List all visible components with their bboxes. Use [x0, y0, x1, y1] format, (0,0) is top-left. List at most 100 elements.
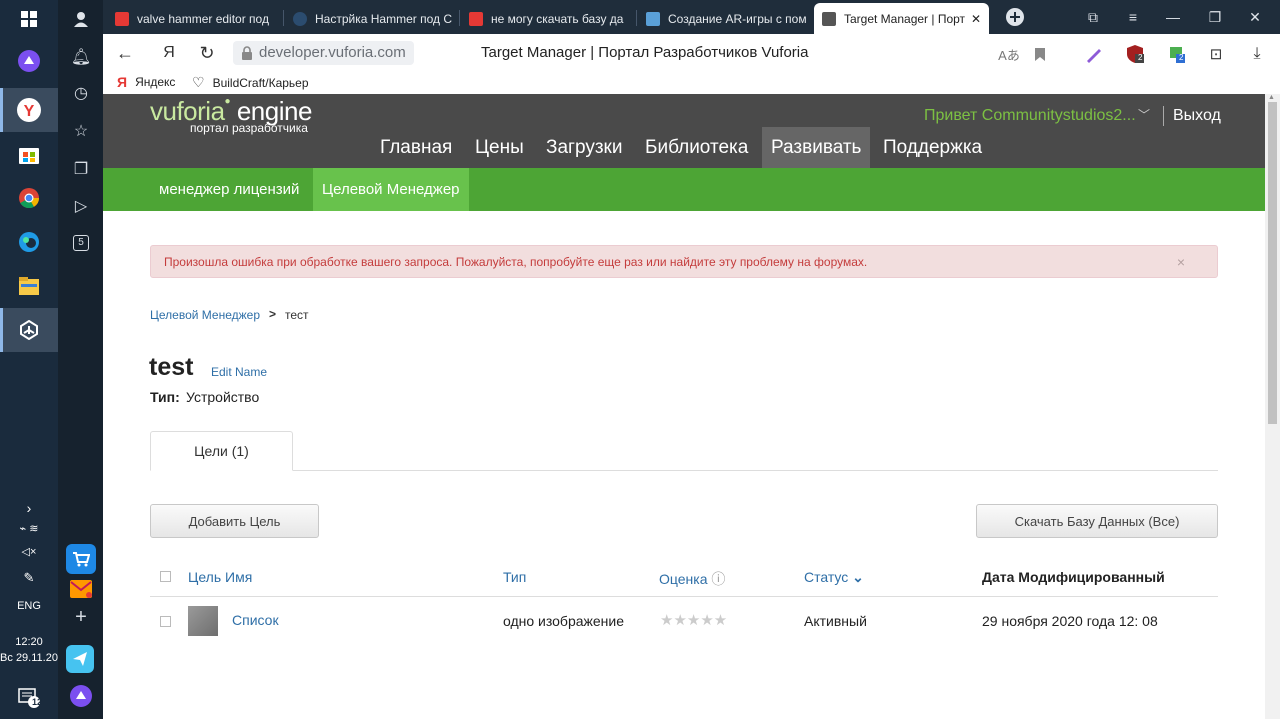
download-database-button[interactable]: Скачать Базу Данных (Все) — [976, 504, 1218, 538]
nav-downloads[interactable]: Загрузки — [537, 127, 631, 168]
target-name-link[interactable]: Список — [232, 612, 279, 628]
notifications-bell-icon[interactable]: 🔔︎ — [68, 44, 94, 70]
alice-assistant-icon[interactable] — [12, 44, 46, 78]
add-target-button[interactable]: Добавить Цель — [150, 504, 319, 538]
pen-extension-icon[interactable] — [1083, 43, 1105, 65]
green-extension-icon[interactable]: 2 — [1165, 43, 1187, 65]
database-type-value: Устройство — [186, 389, 260, 405]
history-icon[interactable]: ◷ — [68, 80, 94, 106]
tab-separator — [459, 10, 460, 26]
volume-muted-icon[interactable]: ◁× — [0, 545, 58, 558]
clock-date[interactable]: Вс 29.11.20 — [0, 652, 58, 664]
calendar-badge[interactable]: 5 — [68, 230, 94, 256]
user-greeting[interactable]: Привет Communitystudios2... — [924, 107, 1136, 125]
url-field[interactable]: developer.vuforia.com — [233, 41, 414, 65]
table-header-divider — [150, 596, 1218, 597]
column-header-rating[interactable]: Оценка ⓘ — [659, 569, 725, 589]
network-icon[interactable]: ⌁ ≋ — [0, 522, 58, 535]
nav-pricing[interactable]: Цены — [466, 127, 533, 168]
database-type-label: Тип: — [150, 389, 180, 405]
back-arrow-icon[interactable]: ← — [111, 40, 139, 66]
language-indicator[interactable]: ENG — [0, 600, 58, 612]
close-tab-icon[interactable]: ✕ — [971, 12, 981, 26]
column-header-modified[interactable]: Дата Модифицированный — [982, 569, 1165, 585]
pen-icon[interactable]: ✎ — [0, 570, 58, 586]
clock-time[interactable]: 12:20 — [0, 636, 58, 648]
tab-hammer-setup[interactable]: Настрйка Hammer под С — [285, 3, 455, 34]
collections-icon[interactable]: ❐ — [68, 156, 94, 182]
breadcrumb-separator: > — [269, 307, 277, 321]
tabs-overview-icon[interactable]: ⧉ — [1073, 0, 1113, 34]
bookmark-yandex[interactable]: Я Яндекс — [117, 74, 175, 90]
error-alert-text: Произошла ошибка при обработке вашего за… — [164, 255, 868, 269]
column-header-name[interactable]: Цель Имя — [188, 569, 252, 585]
notification-center-icon[interactable]: 12 — [12, 680, 46, 714]
chrome-icon[interactable] — [12, 181, 46, 215]
column-header-type[interactable]: Тип — [503, 569, 526, 585]
database-name: test — [149, 353, 194, 381]
lock-icon — [242, 46, 252, 60]
tab-target-manager[interactable]: Target Manager | Порт ✕ — [814, 3, 989, 34]
tray-expand-icon[interactable]: › — [0, 500, 58, 516]
nav-library[interactable]: Библиотека — [636, 127, 757, 168]
breadcrumb-parent-link[interactable]: Целевой Менеджер — [150, 308, 260, 322]
target-type: одно изображение — [503, 613, 625, 629]
site-favicon-icon — [646, 11, 660, 26]
reload-icon[interactable]: ↻ — [193, 40, 221, 66]
tab-targets[interactable]: Цели (1) — [150, 431, 293, 471]
yandex-browser-icon[interactable]: Y — [12, 93, 46, 127]
bookmark-icon[interactable] — [1029, 43, 1051, 65]
tabs-divider — [150, 470, 1218, 471]
favorites-star-icon[interactable]: ☆ — [68, 118, 94, 144]
subnav-target-manager[interactable]: Целевой Менеджер — [313, 168, 469, 211]
edge-icon[interactable] — [12, 225, 46, 259]
media-play-icon[interactable]: ▷ — [68, 193, 94, 219]
restore-icon[interactable]: ❐ — [1195, 0, 1235, 34]
sort-chevron-down-icon[interactable]: ⌄ — [852, 569, 864, 585]
download-icon[interactable]: ⤓ — [1246, 43, 1268, 65]
info-icon[interactable]: ⓘ — [711, 571, 725, 587]
subnav-license-manager[interactable]: менеджер лицензий — [150, 168, 308, 211]
tab-valve-hammer[interactable]: valve hammer editor под — [107, 3, 279, 34]
microsoft-store-icon[interactable] — [12, 137, 46, 171]
ublock-extension-icon[interactable]: 2 — [1124, 43, 1146, 65]
column-header-status[interactable]: Статус ⌄ — [804, 569, 864, 586]
chevron-down-icon[interactable]: ﹀ — [1138, 106, 1150, 123]
bookmark-buildcraft[interactable]: ♡ BuildCraft/Карьер — [192, 74, 309, 91]
nav-develop[interactable]: Развивать — [762, 127, 871, 168]
close-window-icon[interactable]: ✕ — [1235, 0, 1275, 34]
add-app-icon[interactable]: + — [68, 604, 94, 630]
extension-badge: 2 — [1138, 53, 1143, 62]
translate-icon[interactable]: Aあ — [998, 43, 1020, 65]
close-icon[interactable]: × — [1177, 254, 1185, 270]
mail-icon[interactable] — [68, 576, 94, 602]
unity-icon[interactable] — [12, 313, 46, 347]
file-explorer-icon[interactable] — [12, 269, 46, 303]
windows-start-icon[interactable] — [12, 2, 46, 36]
breadcrumb-current: тест — [285, 308, 309, 322]
profile-icon[interactable] — [68, 6, 94, 32]
edit-name-link[interactable]: Edit Name — [211, 365, 267, 379]
new-tab-button[interactable] — [995, 0, 1035, 34]
market-app-icon[interactable] — [66, 544, 96, 574]
collections-toolbar-icon[interactable]: ⊡ — [1205, 43, 1227, 65]
extension-badge: 2 — [1179, 53, 1184, 62]
nav-support[interactable]: Поддержка — [874, 127, 991, 168]
page-scrollbar[interactable]: ▲ — [1265, 94, 1280, 719]
row-checkbox[interactable] — [160, 616, 171, 627]
minimize-icon[interactable]: — — [1153, 0, 1193, 34]
target-thumbnail[interactable] — [188, 606, 218, 636]
select-all-checkbox[interactable] — [160, 571, 171, 582]
scroll-up-arrow-icon[interactable]: ▲ — [1268, 94, 1275, 101]
yandex-logo-icon[interactable]: Я — [155, 40, 183, 66]
tab-cant-download[interactable]: не могу скачать базу да — [461, 3, 633, 34]
site-header: vuforia● engine портал разработчика Прив… — [103, 94, 1265, 168]
tab-ar-game[interactable]: Создание AR-игры с пом — [638, 3, 810, 34]
bookmark-label: BuildCraft/Карьер — [212, 75, 309, 90]
messenger-send-icon[interactable] — [66, 645, 94, 673]
scrollbar-thumb[interactable] — [1268, 102, 1277, 424]
menu-icon[interactable]: ≡ — [1113, 0, 1153, 34]
nav-home[interactable]: Главная — [371, 127, 461, 168]
alice-icon[interactable] — [68, 683, 94, 709]
logout-link[interactable]: Выход — [1173, 107, 1221, 125]
